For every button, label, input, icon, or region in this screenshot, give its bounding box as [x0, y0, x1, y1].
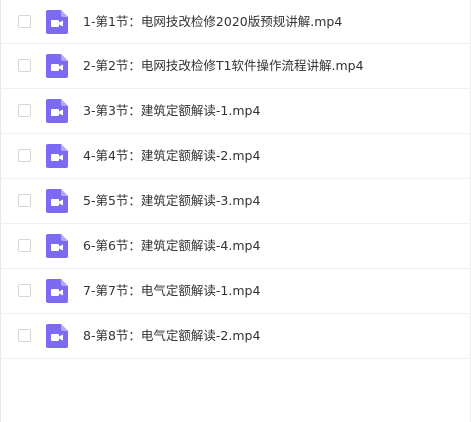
video-file-icon	[46, 144, 68, 168]
file-name[interactable]: 3-第3节：建筑定额解读-1.mp4	[83, 102, 260, 120]
file-name[interactable]: 2-第2节：电网技改检修T1软件操作流程讲解.mp4	[83, 57, 364, 75]
row-checkbox[interactable]	[18, 239, 31, 252]
row-checkbox[interactable]	[18, 104, 31, 117]
file-name[interactable]: 1-第1节：电网技改检修2020版预规讲解.mp4	[83, 13, 342, 31]
file-name[interactable]: 4-第4节：建筑定额解读-2.mp4	[83, 147, 260, 165]
video-file-icon	[46, 99, 68, 123]
video-file-icon	[46, 234, 68, 258]
file-row[interactable]: 7-第7节：电气定额解读-1.mp4	[0, 269, 470, 314]
video-file-icon	[46, 279, 68, 303]
file-name[interactable]: 7-第7节：电气定额解读-1.mp4	[83, 282, 260, 300]
file-name[interactable]: 6-第6节：建筑定额解读-4.mp4	[83, 237, 260, 255]
row-checkbox[interactable]	[18, 149, 31, 162]
file-row[interactable]: 4-第4节：建筑定额解读-2.mp4	[0, 134, 470, 179]
file-row[interactable]: 5-第5节：建筑定额解读-3.mp4	[0, 179, 470, 224]
row-checkbox[interactable]	[18, 284, 31, 297]
file-row[interactable]: 8-第8节：电气定额解读-2.mp4	[0, 314, 470, 359]
video-file-icon	[46, 324, 68, 348]
file-name[interactable]: 8-第8节：电气定额解读-2.mp4	[83, 327, 260, 345]
video-file-icon	[46, 189, 68, 213]
row-checkbox[interactable]	[18, 59, 31, 72]
row-checkbox[interactable]	[18, 194, 31, 207]
file-row[interactable]: 1-第1节：电网技改检修2020版预规讲解.mp4	[0, 0, 470, 44]
file-name[interactable]: 5-第5节：建筑定额解读-3.mp4	[83, 192, 260, 210]
row-checkbox[interactable]	[18, 329, 31, 342]
video-file-icon	[46, 54, 68, 78]
file-row[interactable]: 3-第3节：建筑定额解读-1.mp4	[0, 89, 470, 134]
video-file-icon	[46, 10, 68, 34]
file-row[interactable]: 6-第6节：建筑定额解读-4.mp4	[0, 224, 470, 269]
file-row[interactable]: 2-第2节：电网技改检修T1软件操作流程讲解.mp4	[0, 44, 470, 89]
file-list: 1-第1节：电网技改检修2020版预规讲解.mp4 2-第2节：电网技改检修T1…	[0, 0, 470, 359]
row-checkbox[interactable]	[18, 15, 31, 28]
